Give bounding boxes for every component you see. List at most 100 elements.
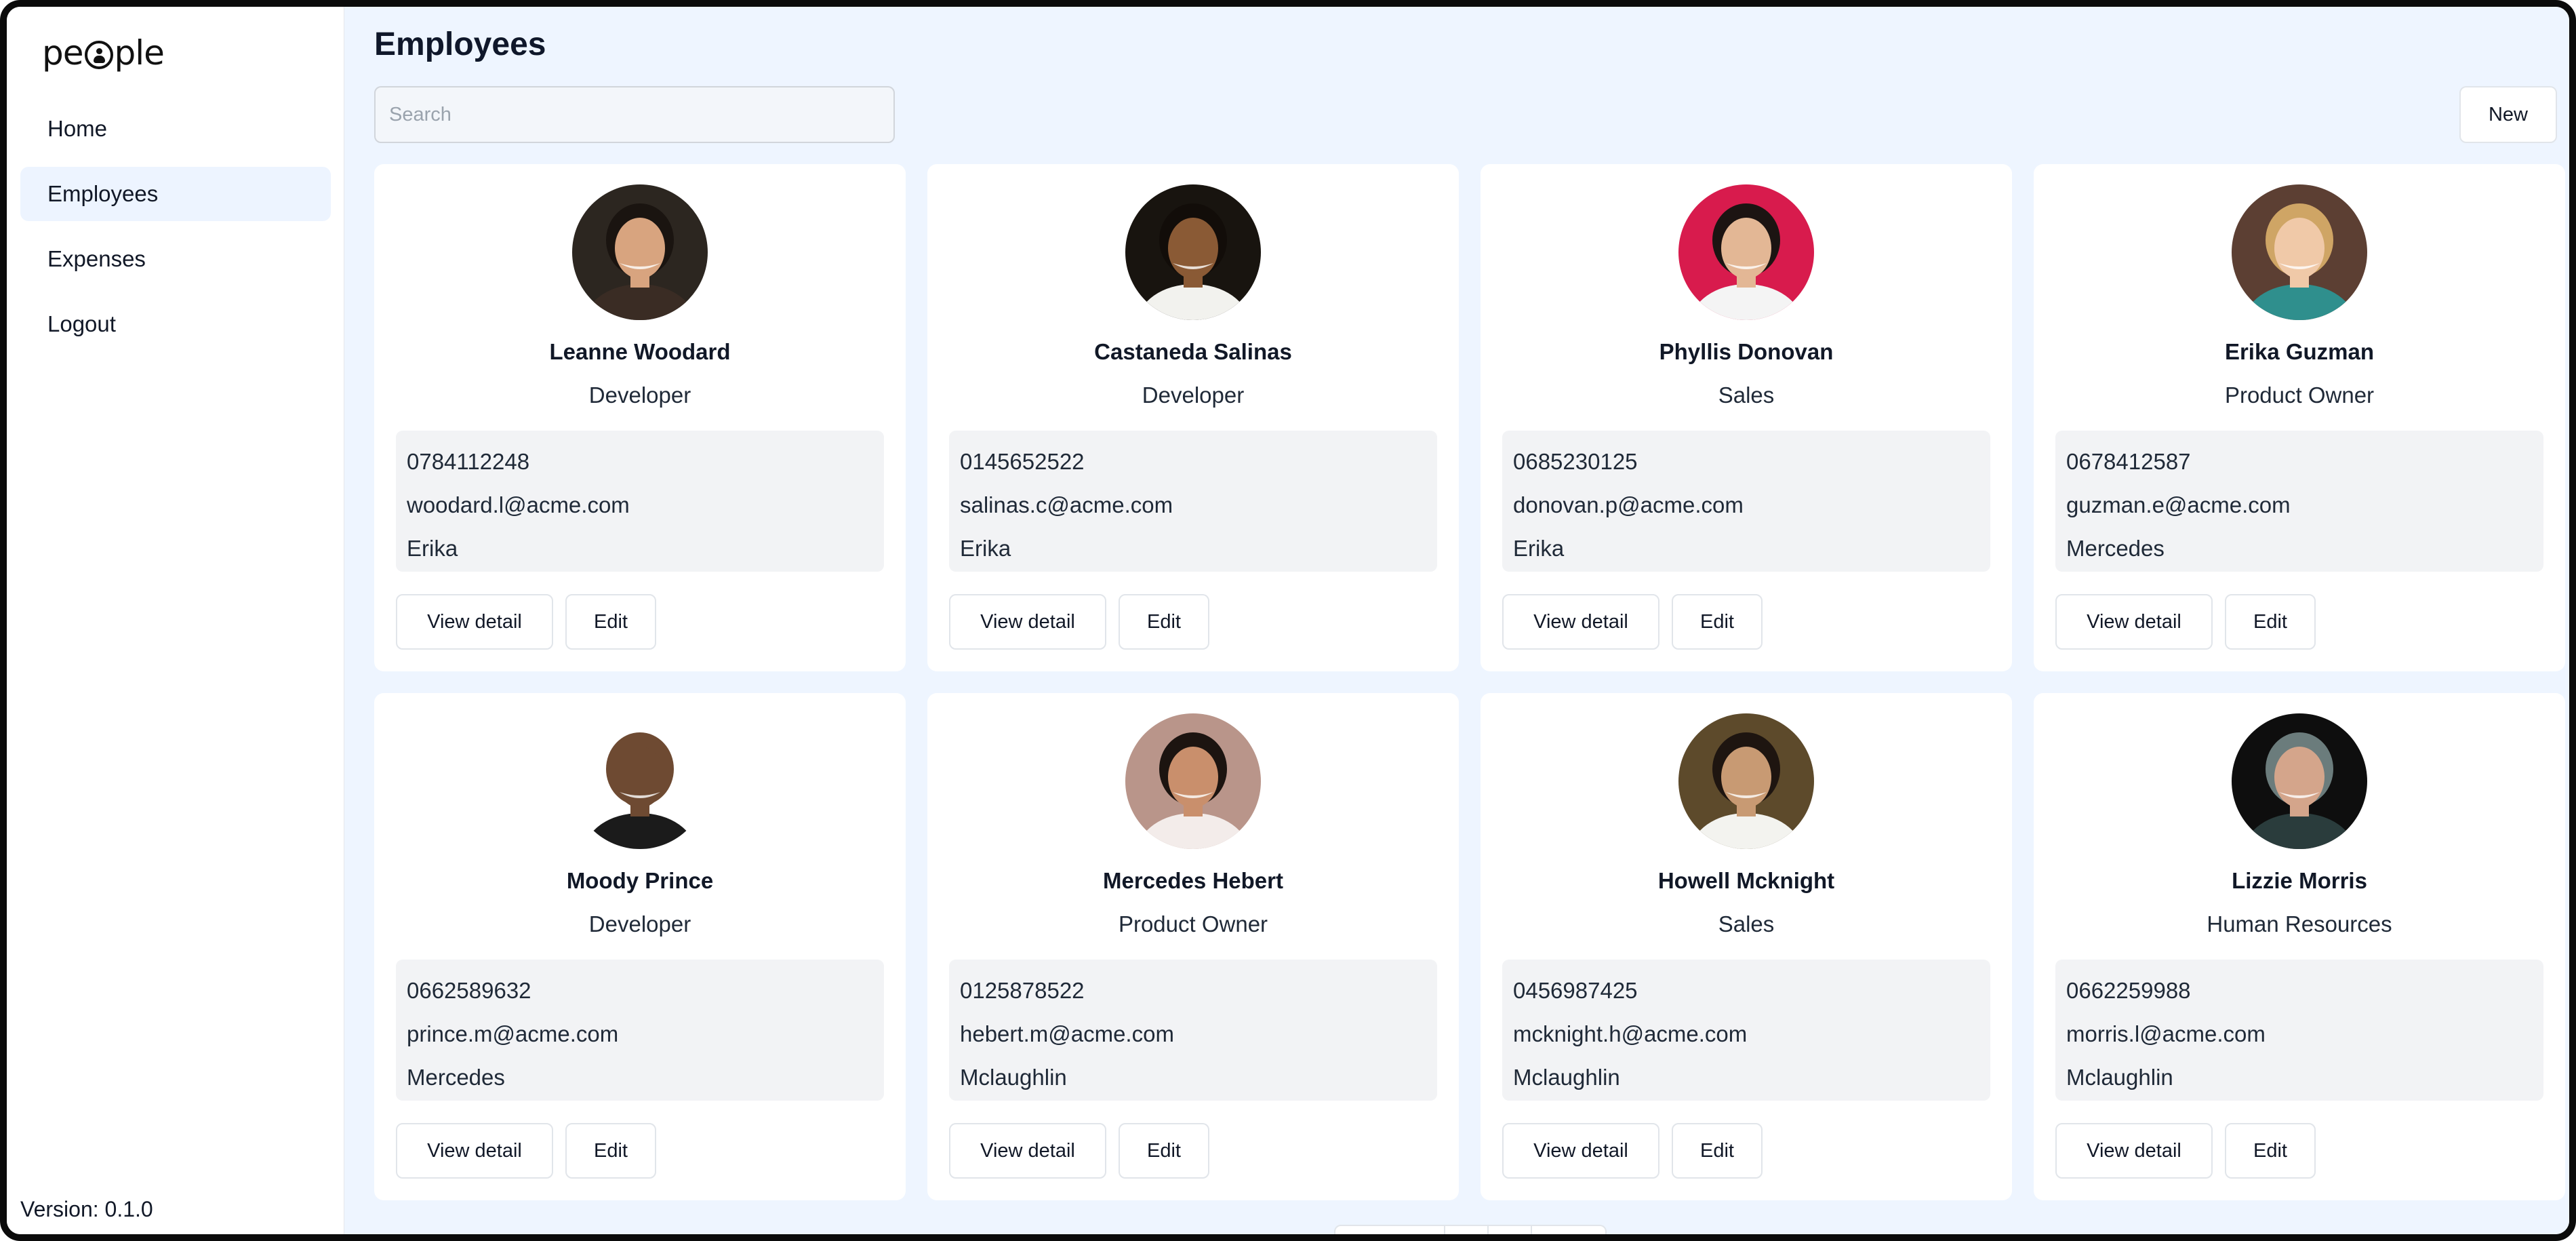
employee-card: Phyllis Donovan Sales 0685230125 donovan.p@… <box>1481 164 2012 671</box>
employee-name: Mercedes Hebert <box>1103 868 1283 893</box>
employee-manager: Mclaughlin <box>1513 1065 1620 1090</box>
employee-info-box: 0662259988 morris.l@acme.com Mclaughlin <box>2055 960 2543 1101</box>
employee-card: Leanne Woodard Developer 0784112248 woodard… <box>374 164 906 671</box>
sidebar-item-employees[interactable]: Employees <box>20 167 331 221</box>
employee-avatar <box>2232 713 2367 849</box>
search-input[interactable] <box>374 86 895 143</box>
view-detail-button[interactable]: View detail <box>1502 1123 1659 1179</box>
edit-button[interactable]: Edit <box>1672 594 1763 650</box>
employee-avatar <box>572 184 708 320</box>
employee-email: salinas.c@acme.com <box>960 492 1173 517</box>
pagination-previous-button[interactable] <box>1334 1225 1445 1234</box>
edit-button[interactable]: Edit <box>1119 594 1209 650</box>
pagination-next-button[interactable] <box>1532 1225 1607 1234</box>
employee-phone: 0125878522 <box>960 978 1085 1003</box>
card-actions: View detail Edit <box>949 594 1209 650</box>
employee-role: Product Owner <box>1118 911 1268 937</box>
edit-button[interactable]: Edit <box>2225 594 2316 650</box>
view-detail-button[interactable]: View detail <box>1502 594 1659 650</box>
employee-info-box: 0456987425 mcknight.h@acme.com Mclaughlin <box>1502 960 1990 1101</box>
employee-phone: 0784112248 <box>407 449 530 474</box>
sidebar-item-home[interactable]: Home <box>20 102 331 156</box>
person-icon <box>84 41 113 69</box>
edit-button[interactable]: Edit <box>565 594 656 650</box>
employee-phone: 0662259988 <box>2066 978 2191 1003</box>
employee-avatar <box>1678 713 1814 849</box>
employee-manager: Mclaughlin <box>960 1065 1067 1090</box>
employee-manager: Erika <box>1513 536 1565 561</box>
employee-name: Erika Guzman <box>2224 339 2375 364</box>
employee-role: Developer <box>588 911 691 937</box>
employee-phone: 0145652522 <box>960 449 1085 474</box>
new-employee-button[interactable]: New <box>2459 86 2557 143</box>
card-actions: View detail Edit <box>2055 594 2316 650</box>
sidebar-item-logout[interactable]: Logout <box>20 297 331 351</box>
employee-manager: Mercedes <box>407 1065 505 1090</box>
sidebar-item-label: Logout <box>47 311 116 336</box>
employee-role: Human Resources <box>2207 911 2392 937</box>
employee-manager: Mclaughlin <box>2066 1065 2173 1090</box>
edit-button[interactable]: Edit <box>1672 1123 1763 1179</box>
pagination-page-button[interactable] <box>1445 1225 1489 1234</box>
edit-button[interactable]: Edit <box>2225 1123 2316 1179</box>
employee-card: Mercedes Hebert Product Owner 0125878522 he… <box>927 693 1459 1200</box>
employee-card: Castaneda Salinas Developer 0145652522 sali… <box>927 164 1459 671</box>
page-title: Employees <box>374 26 546 62</box>
card-actions: View detail Edit <box>396 1123 656 1179</box>
version-label: Version: 0.1.0 <box>20 1197 153 1221</box>
employee-info-box: 0784112248 woodard.l@acme.com Erika <box>396 431 884 572</box>
sidebar-item-expenses[interactable]: Expenses <box>20 232 331 286</box>
employee-email: donovan.p@acme.com <box>1513 492 1744 517</box>
employee-name: Lizzie Morris <box>2232 868 2367 893</box>
view-detail-button[interactable]: View detail <box>949 1123 1106 1179</box>
card-actions: View detail Edit <box>396 594 656 650</box>
pagination-page-button[interactable] <box>1489 1225 1532 1234</box>
view-detail-button[interactable]: View detail <box>396 1123 553 1179</box>
view-detail-button[interactable]: View detail <box>396 594 553 650</box>
view-detail-button[interactable]: View detail <box>2055 594 2213 650</box>
view-detail-button[interactable]: View detail <box>949 594 1106 650</box>
employee-email: mcknight.h@acme.com <box>1513 1021 1748 1046</box>
sidebar-item-label: Employees <box>47 181 159 206</box>
edit-button[interactable]: Edit <box>1119 1123 1209 1179</box>
employee-role: Developer <box>588 382 691 408</box>
employee-email: woodard.l@acme.com <box>407 492 630 517</box>
people-logo[interactable]: pe ple <box>42 33 165 73</box>
employee-phone: 0456987425 <box>1513 978 1638 1003</box>
employee-manager: Mercedes <box>2066 536 2165 561</box>
employee-phone: 0685230125 <box>1513 449 1638 474</box>
logo-text-end: ple <box>114 33 165 73</box>
sidebar-item-label: Expenses <box>47 246 146 271</box>
employee-email: morris.l@acme.com <box>2066 1021 2266 1046</box>
card-actions: View detail Edit <box>1502 1123 1763 1179</box>
employee-info-box: 0662589632 prince.m@acme.com Mercedes <box>396 960 884 1101</box>
employee-phone: 0662589632 <box>407 978 531 1003</box>
employee-name: Phyllis Donovan <box>1659 339 1834 364</box>
employee-role: Developer <box>1142 382 1245 408</box>
employee-email: guzman.e@acme.com <box>2066 492 2291 517</box>
employee-grid: Leanne Woodard Developer 0784112248 woodard… <box>374 164 2569 1200</box>
employee-role: Product Owner <box>2224 382 2375 408</box>
employee-name: Leanne Woodard <box>549 339 731 364</box>
logo-text-start: pe <box>42 33 83 73</box>
app-window: pe ple Home Employees Expenses Logout Ver… <box>0 0 2576 1241</box>
card-actions: View detail Edit <box>949 1123 1209 1179</box>
employee-info-box: 0125878522 hebert.m@acme.com Mclaughlin <box>949 960 1437 1101</box>
employee-manager: Erika <box>960 536 1011 561</box>
card-actions: View detail Edit <box>2055 1123 2316 1179</box>
employee-info-box: 0685230125 donovan.p@acme.com Erika <box>1502 431 1990 572</box>
employee-email: hebert.m@acme.com <box>960 1021 1174 1046</box>
employee-name: Moody Prince <box>566 868 714 893</box>
view-detail-button[interactable]: View detail <box>2055 1123 2213 1179</box>
edit-button[interactable]: Edit <box>565 1123 656 1179</box>
employee-manager: Erika <box>407 536 458 561</box>
employee-avatar <box>2232 184 2367 320</box>
employee-info-box: 0145652522 salinas.c@acme.com Erika <box>949 431 1437 572</box>
main-content: Employees New Leanne Woodard Developer 078… <box>344 7 2569 1234</box>
employee-role: Sales <box>1718 382 1775 408</box>
pagination <box>1334 1225 1607 1234</box>
employee-card: Lizzie Morris Human Resources 0662259988 mo… <box>2034 693 2565 1200</box>
employee-avatar <box>1125 713 1261 849</box>
employee-info-box: 0678412587 guzman.e@acme.com Mercedes <box>2055 431 2543 572</box>
employee-email: prince.m@acme.com <box>407 1021 619 1046</box>
